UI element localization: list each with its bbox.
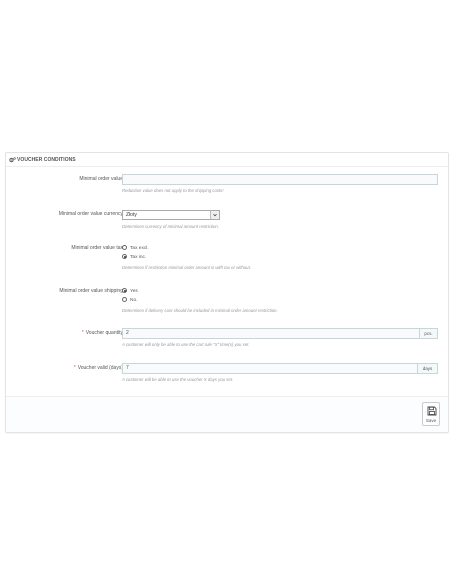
voucher-quantity-help: A customer will only be able to use the … xyxy=(122,342,250,347)
required-marker: * xyxy=(73,365,76,371)
currency-selected-value: Złoty xyxy=(126,212,137,218)
radio-tax-inc-circle[interactable] xyxy=(122,253,127,259)
min-order-value-label: Minimal order value xyxy=(79,176,123,182)
required-marker: * xyxy=(81,330,84,336)
voucher-valid-unit: days xyxy=(417,363,438,374)
voucher-valid-input[interactable]: 7 xyxy=(122,363,418,374)
min-order-currency-help: Determines currency of minimal amount re… xyxy=(122,224,219,229)
panel-heading: VOUCHER CONDITIONS xyxy=(6,153,448,167)
save-button[interactable]: Save xyxy=(422,402,440,426)
radio-tax-inc-label: Tax inc. xyxy=(130,255,147,260)
min-order-value-input[interactable] xyxy=(122,174,438,185)
min-order-tax-help: Determines if restriction minimal order … xyxy=(122,265,251,270)
voucher-conditions-panel: VOUCHER CONDITIONS Minimal order value R… xyxy=(5,152,449,433)
min-order-value-help: Reduction value does not apply to the sh… xyxy=(122,188,224,193)
voucher-quantity-label-text: Voucher quantity xyxy=(85,330,123,336)
radio-tax-excl[interactable]: Tax excl. xyxy=(122,244,149,252)
radio-shipping-yes-circle[interactable] xyxy=(122,287,127,293)
currency-select[interactable]: Złoty xyxy=(122,210,220,220)
voucher-quantity-input[interactable]: 2 xyxy=(122,328,420,339)
radio-shipping-no-label: No. xyxy=(130,298,138,303)
voucher-quantity-unit: pcs. xyxy=(419,328,438,339)
min-order-tax-label: Minimal order value tax xyxy=(71,245,123,251)
panel-footer: Save xyxy=(6,396,448,432)
radio-shipping-no-circle[interactable] xyxy=(122,296,127,302)
cogs-icon xyxy=(9,157,16,163)
min-order-shipping-label: Minimal order value shipping xyxy=(59,288,123,294)
radio-shipping-yes-label: Yes xyxy=(130,289,138,294)
radio-shipping-yes[interactable]: Yes xyxy=(122,287,138,295)
voucher-valid-help: A customer will be able to use the vouch… xyxy=(122,377,234,382)
radio-shipping-no[interactable]: No. xyxy=(122,296,138,304)
min-order-shipping-help: Determines if delivery cost should be in… xyxy=(122,308,278,313)
voucher-valid-label-text: Voucher valid (days) xyxy=(77,365,123,371)
radio-tax-inc[interactable]: Tax inc. xyxy=(122,253,147,261)
voucher-valid-label: * Voucher valid (days) xyxy=(11,365,123,372)
radio-tax-excl-circle[interactable] xyxy=(122,244,127,250)
panel-title: VOUCHER CONDITIONS xyxy=(17,157,76,163)
chevron-down-icon[interactable] xyxy=(210,211,219,219)
save-button-label: Save xyxy=(425,418,437,423)
floppy-disk-icon xyxy=(427,406,437,416)
radio-tax-excl-label: Tax excl. xyxy=(130,246,149,251)
voucher-quantity-label: * Voucher quantity xyxy=(11,330,123,337)
min-order-currency-label: Minimal order value currency xyxy=(58,211,123,217)
